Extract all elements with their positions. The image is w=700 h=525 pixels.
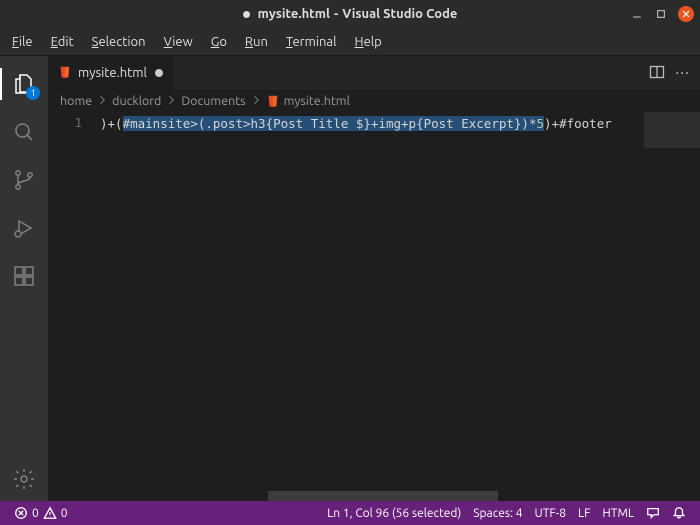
activity-settings[interactable]	[0, 457, 48, 501]
status-bar: 0 0 Ln 1, Col 96 (56 selected) Spaces: 4…	[0, 501, 700, 525]
play-debug-icon	[12, 216, 36, 240]
title-bar: mysite.html - Visual Studio Code	[0, 0, 700, 28]
search-icon	[12, 120, 36, 144]
selection: #mainsite>(.post>h3{Post Title $}+img+p{…	[123, 116, 537, 131]
status-problems[interactable]: 0 0	[8, 501, 74, 525]
tab-mysite[interactable]: mysite.html	[48, 56, 174, 90]
title-filename: mysite.html	[258, 7, 330, 21]
status-indent[interactable]: Spaces: 4	[467, 501, 528, 525]
minimize-icon	[631, 8, 643, 20]
warning-icon	[43, 506, 57, 520]
menu-go[interactable]: Go	[203, 32, 235, 52]
activity-bar: 1	[0, 56, 48, 501]
window-title: mysite.html - Visual Studio Code	[243, 7, 458, 21]
menu-run[interactable]: Run	[237, 32, 276, 52]
activity-extensions[interactable]	[0, 254, 48, 298]
activity-search[interactable]	[0, 110, 48, 154]
tab-bar: mysite.html ···	[48, 56, 700, 90]
status-cursor[interactable]: Ln 1, Col 96 (56 selected)	[321, 501, 467, 525]
status-feedback[interactable]	[640, 501, 666, 525]
menu-help[interactable]: Help	[347, 32, 390, 52]
bell-icon	[672, 506, 686, 520]
status-language[interactable]: HTML	[596, 501, 640, 525]
feedback-icon	[646, 506, 660, 520]
status-eol[interactable]: LF	[572, 501, 596, 525]
gear-icon	[12, 467, 36, 491]
editor-group: mysite.html ··· home ducklord Documents …	[48, 56, 700, 501]
horizontal-scrollbar-thumb[interactable]	[268, 491, 498, 501]
minimap-slider[interactable]	[644, 112, 700, 148]
activity-source-control[interactable]	[0, 158, 48, 202]
explorer-badge: 1	[26, 86, 40, 100]
split-editor-icon	[649, 64, 665, 80]
minimap[interactable]	[644, 112, 700, 501]
menu-terminal[interactable]: Terminal	[278, 32, 345, 52]
close-button[interactable]	[678, 6, 694, 22]
menu-edit[interactable]: Edit	[43, 32, 82, 52]
split-editor-button[interactable]	[649, 64, 665, 83]
html-file-icon	[266, 94, 280, 108]
chevron-right-icon	[165, 94, 177, 109]
activity-explorer[interactable]: 1	[0, 62, 48, 106]
main-area: 1 mysite.html	[0, 56, 700, 501]
chevron-right-icon	[96, 94, 108, 109]
activity-run-debug[interactable]	[0, 206, 48, 250]
window-controls	[630, 6, 694, 22]
breadcrumb-seg-0[interactable]: home	[60, 94, 92, 108]
status-encoding[interactable]: UTF-8	[529, 501, 572, 525]
more-actions-button[interactable]: ···	[675, 65, 690, 81]
tab-dirty-icon	[155, 69, 163, 77]
breadcrumb[interactable]: home ducklord Documents mysite.html	[48, 90, 700, 112]
tab-actions: ···	[639, 56, 700, 90]
maximize-button[interactable]	[654, 7, 668, 21]
status-notifications[interactable]	[666, 501, 692, 525]
chevron-right-icon	[250, 94, 262, 109]
breadcrumb-file[interactable]: mysite.html	[266, 94, 350, 108]
maximize-icon	[655, 8, 667, 20]
branch-icon	[12, 168, 36, 192]
menu-bar: File Edit Selection View Go Run Terminal…	[0, 28, 700, 56]
line-number: 1	[48, 116, 82, 130]
title-sep: -	[334, 7, 338, 21]
error-icon	[14, 506, 28, 520]
dirty-indicator-icon	[243, 11, 250, 18]
extensions-icon	[12, 264, 36, 288]
menu-selection[interactable]: Selection	[84, 32, 154, 52]
line-gutter: 1	[48, 112, 96, 501]
selection-number: 5	[537, 116, 545, 131]
tabbar-spacer	[174, 56, 639, 90]
breadcrumb-seg-1[interactable]: ducklord	[112, 94, 161, 108]
tab-label: mysite.html	[78, 66, 147, 80]
title-appname: Visual Studio Code	[342, 7, 457, 21]
close-icon	[680, 8, 692, 20]
code-content[interactable]: )+(#mainsite>(.post>h3{Post Title $}+img…	[96, 112, 644, 501]
breadcrumb-seg-2[interactable]: Documents	[181, 94, 245, 108]
html-file-icon	[58, 65, 72, 82]
menu-view[interactable]: View	[156, 32, 201, 52]
minimize-button[interactable]	[630, 7, 644, 21]
menu-file[interactable]: File	[4, 32, 41, 52]
editor[interactable]: 1 )+(#mainsite>(.post>h3{Post Title $}+i…	[48, 112, 700, 501]
